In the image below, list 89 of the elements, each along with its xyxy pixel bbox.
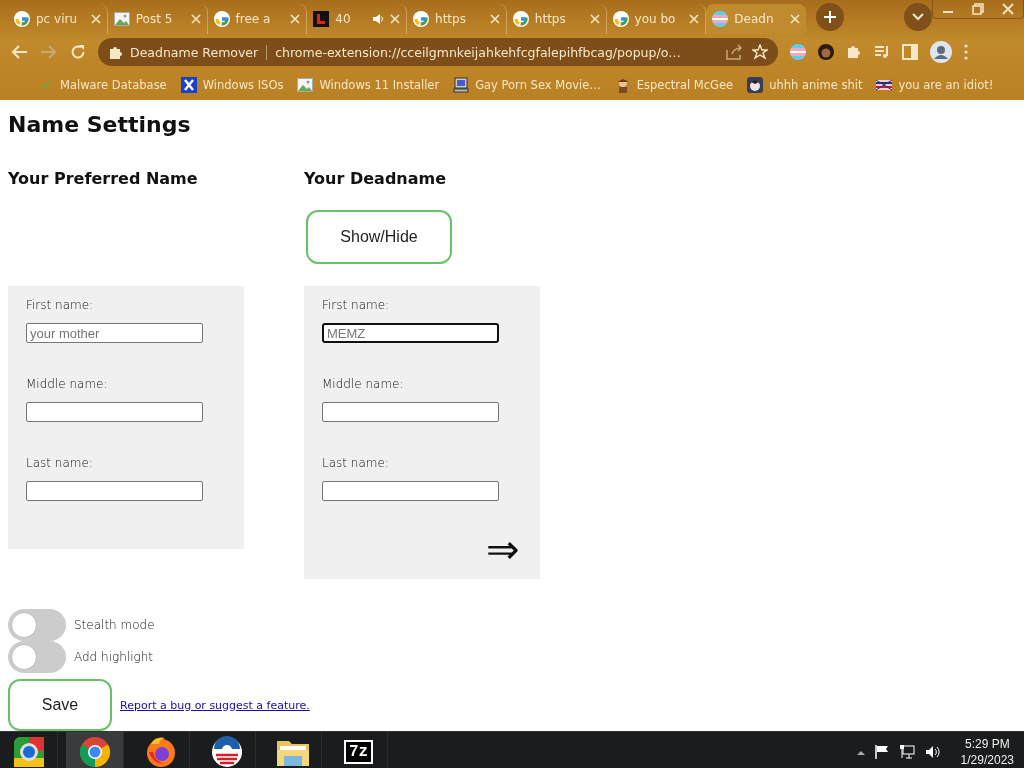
avatar-icon[interactable] xyxy=(818,44,834,60)
save-button[interactable]: Save xyxy=(8,679,112,731)
section-heading: Your Deadname xyxy=(304,169,448,188)
bookmark[interactable]: Malware Database xyxy=(60,78,167,92)
network-icon[interactable] xyxy=(898,745,915,759)
bookmark[interactable]: Windows 11 Installer xyxy=(319,78,440,92)
bookmark[interactable]: Espectral McGee xyxy=(636,78,734,92)
ring-icon xyxy=(14,11,30,27)
puzzle-icon[interactable] xyxy=(846,44,862,60)
speaker-icon[interactable] xyxy=(924,745,941,759)
page-title: Name Settings xyxy=(8,112,192,137)
tab-search-button[interactable] xyxy=(904,3,932,31)
input-field[interactable] xyxy=(26,402,203,422)
cross-icon xyxy=(180,77,197,93)
ring-icon xyxy=(213,11,230,27)
field-label: First name: xyxy=(26,298,95,312)
close-icon[interactable] xyxy=(290,14,301,24)
computer-icon xyxy=(453,77,470,93)
avatar-icon xyxy=(747,77,764,93)
report-link[interactable]: Report a bug or suggest a feature. xyxy=(120,698,310,712)
profile-icon[interactable] xyxy=(930,41,952,63)
extension-icon[interactable] xyxy=(790,44,806,60)
square-icon xyxy=(313,11,330,27)
new-tab-button[interactable] xyxy=(816,3,845,31)
browser-tab[interactable]: 40 xyxy=(307,4,408,34)
ring-icon xyxy=(413,11,430,27)
toggle-switch[interactable] xyxy=(8,641,66,673)
bookmark[interactable]: Gay Porn Sex Movie… xyxy=(475,78,601,92)
image-icon xyxy=(297,77,314,93)
browser-tab[interactable]: https xyxy=(407,4,507,34)
close-icon[interactable] xyxy=(390,14,401,24)
field-label: First name: xyxy=(322,298,391,312)
bookmark[interactable]: you are an idiot! xyxy=(898,78,994,92)
playlist-icon[interactable] xyxy=(874,44,890,60)
flag-icon xyxy=(876,77,893,93)
bookmark[interactable]: Windows ISOs xyxy=(202,78,284,92)
leaf-icon xyxy=(38,77,54,93)
striped-circle-icon xyxy=(210,736,243,768)
browser-tab[interactable]: https xyxy=(506,4,607,34)
reload-icon[interactable] xyxy=(70,44,86,60)
striped-circle-icon xyxy=(712,11,729,27)
toggle-switch[interactable] xyxy=(8,609,66,641)
flag-icon[interactable] xyxy=(874,745,889,759)
close-icon[interactable] xyxy=(90,14,101,24)
ring-icon xyxy=(512,11,529,27)
field-label: Last name: xyxy=(322,456,390,470)
circle-logo-icon xyxy=(78,736,111,768)
ring-icon xyxy=(612,11,629,27)
input-field[interactable] xyxy=(322,481,499,501)
section-heading: Your Preferred Name xyxy=(8,169,199,188)
side-panel-icon[interactable] xyxy=(902,44,918,60)
input-field[interactable]: your mother xyxy=(26,323,203,343)
close-icon[interactable] xyxy=(689,14,700,24)
share-icon[interactable] xyxy=(726,44,744,60)
image-icon xyxy=(113,11,130,27)
toggle-label: Add highlight xyxy=(74,650,153,664)
toggle-label: Stealth mode xyxy=(74,618,155,632)
field-label: Middle name: xyxy=(322,377,405,391)
browser-tab[interactable]: Post 5 xyxy=(107,4,208,34)
input-field[interactable] xyxy=(26,481,203,501)
close-icon[interactable] xyxy=(790,14,801,24)
back-icon[interactable] xyxy=(10,44,28,60)
next-arrow[interactable]: ⇒ xyxy=(486,529,520,569)
address-bar[interactable]: Deadname Remover chrome-extension://cceilgmnkeijahkehfcgfalepihfbcag/popup/o… xyxy=(98,38,778,66)
field-label: Middle name: xyxy=(26,377,109,391)
input-field[interactable]: MEMZ xyxy=(322,323,499,343)
archive-icon: 7z xyxy=(343,740,374,764)
close-icon[interactable] xyxy=(190,14,201,24)
chevron-down-icon xyxy=(912,13,924,21)
browser-tab[interactable]: Deadn xyxy=(706,4,807,34)
caret-up-icon[interactable] xyxy=(856,749,865,755)
taskbar-app[interactable]: 7z xyxy=(330,732,388,768)
orb-icon xyxy=(12,736,45,768)
menu-icon[interactable] xyxy=(964,44,968,60)
bookmark[interactable]: uhhh anime shit xyxy=(769,78,863,92)
field-label: Last name: xyxy=(26,456,94,470)
close-icon[interactable] xyxy=(489,14,500,24)
plus-icon xyxy=(824,11,837,23)
browser-tab[interactable]: free a xyxy=(207,4,308,34)
puzzle-icon xyxy=(108,45,122,59)
clock[interactable]: 5:29 PM 1/29/2023 xyxy=(960,736,1014,768)
star-icon[interactable] xyxy=(752,44,768,60)
show-hide-button[interactable]: Show/Hide xyxy=(306,210,452,264)
browser-tab[interactable]: pc viru xyxy=(8,4,108,34)
input-field[interactable] xyxy=(322,402,499,422)
close-icon[interactable] xyxy=(589,14,600,24)
fox-icon xyxy=(144,736,177,768)
browser-tab[interactable]: you bo xyxy=(606,4,707,34)
taskbar-app[interactable] xyxy=(66,732,124,768)
